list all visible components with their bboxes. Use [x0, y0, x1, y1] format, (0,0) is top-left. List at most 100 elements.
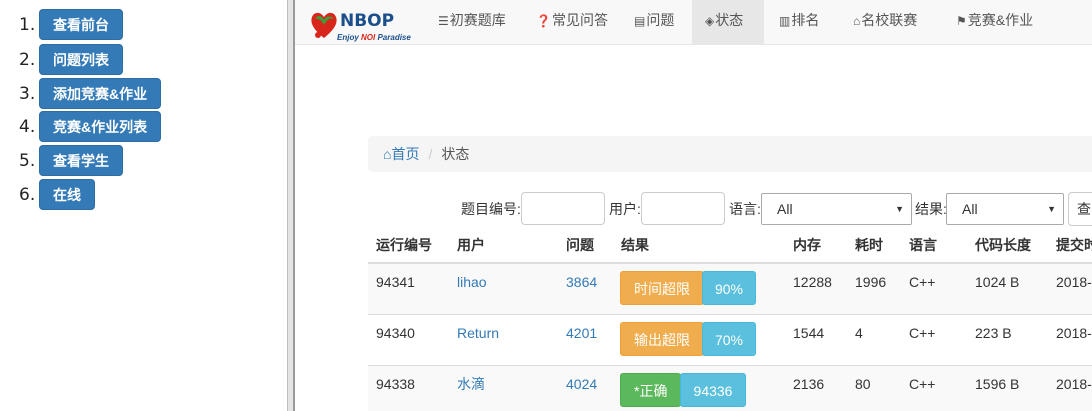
main-pane: NBOP Enjoy NOI Paradise ☰初赛题库 ❓常见问答 ▤问题 …	[295, 0, 1092, 411]
memory-value: 2136	[793, 376, 825, 392]
result-label: 结果:	[915, 201, 947, 217]
nav-item-problems[interactable]: ▤问题	[621, 0, 687, 44]
cube-icon: ◈	[705, 14, 715, 28]
column-header: 用户	[457, 237, 485, 253]
bar-chart-icon: ▥	[779, 14, 791, 28]
nav-item-label: 竞赛&作业	[967, 12, 1034, 28]
memory-value: 12288	[793, 274, 832, 290]
submit-time-value: 2018-	[1056, 274, 1092, 290]
view-students-button[interactable]: 查看学生	[39, 145, 123, 176]
online-button[interactable]: 在线	[39, 179, 95, 210]
score-label[interactable]: 70%	[702, 322, 756, 356]
list-icon: ☰	[438, 14, 449, 28]
nav-item-label: 名校联赛	[861, 12, 918, 28]
problem-link[interactable]: 3864	[566, 264, 597, 300]
menu-number: 2.	[19, 49, 36, 70]
admin-pane: 1. 查看前台 2. 问题列表 3. 添加竞赛&作业 4. 竞赛&作业列表 5.…	[0, 0, 287, 411]
problem-list-button[interactable]: 问题列表	[39, 44, 123, 75]
question-circle-icon: ❓	[536, 14, 551, 28]
run-id: 94341	[376, 274, 415, 290]
view-frontend-button[interactable]: 查看前台	[39, 9, 123, 40]
user-link[interactable]: lihao	[457, 264, 487, 300]
logo-heart-icon	[311, 12, 337, 38]
query-button[interactable]: 查	[1068, 192, 1092, 226]
time-value: 1996	[855, 274, 887, 290]
language-label: 语言:	[729, 201, 761, 217]
language-value: C++	[909, 274, 936, 290]
user-link[interactable]: Return	[457, 315, 499, 351]
breadcrumb: ⌂首页 / 状态	[368, 136, 1092, 172]
code-length-value: 1024 B	[975, 274, 1020, 290]
score-label[interactable]: 94336	[680, 373, 746, 407]
result-select[interactable]: All ▼	[946, 193, 1064, 225]
column-header: 代码长度	[975, 237, 1031, 253]
run-id: 94338	[376, 376, 415, 392]
column-header: 结果	[621, 237, 649, 253]
site-logo[interactable]: NBOP Enjoy NOI Paradise	[309, 8, 429, 42]
table-row: 94340 Return 4201 输出超限 70% 1544 4 C++ 22…	[368, 314, 1092, 365]
problem-link[interactable]: 4201	[566, 315, 597, 351]
nav-item-contests[interactable]: ⚑竞赛&作业	[943, 0, 1046, 44]
flag-icon: ⚑	[956, 14, 967, 28]
column-header: 耗时	[855, 237, 883, 253]
menu-number: 3.	[19, 83, 36, 104]
nav-item-label: 初赛题库	[449, 12, 506, 28]
language-value: C++	[909, 376, 936, 392]
run-id: 94340	[376, 325, 415, 341]
menu-number: 1.	[19, 14, 36, 35]
time-value: 80	[855, 376, 871, 392]
table-row: 94341 lihao 3864 时间超限 90% 12288 1996 C++…	[368, 263, 1092, 314]
result-label[interactable]: *正确	[620, 373, 682, 407]
memory-value: 1544	[793, 325, 825, 341]
language-value: C++	[909, 325, 936, 341]
submit-time-value: 2018-	[1056, 325, 1092, 341]
column-header: 问题	[566, 237, 594, 253]
nav-item-label: 状态	[715, 12, 744, 28]
nav-item-faq[interactable]: ❓常见问答	[523, 0, 621, 44]
logo-tagline: Enjoy NOI Paradise	[337, 33, 411, 42]
breadcrumb-home-link[interactable]: ⌂首页	[383, 146, 419, 162]
add-contest-button[interactable]: 添加竞赛&作业	[39, 78, 162, 109]
code-length-value: 223 B	[975, 325, 1012, 341]
time-value: 4	[855, 325, 863, 341]
column-header: 内存	[793, 237, 821, 253]
column-header: 提交时	[1056, 237, 1092, 253]
table-row: 94338 水滴 4024 *正确 94336 2136 80 C++ 1596…	[368, 365, 1092, 411]
nav-item-status[interactable]: ◈状态	[692, 0, 764, 44]
submit-time-value: 2018-	[1056, 376, 1092, 392]
nav-item-label: 常见问答	[551, 12, 608, 28]
code-length-value: 1596 B	[975, 376, 1020, 392]
menu-number: 4.	[19, 116, 36, 137]
navbar: NBOP Enjoy NOI Paradise ☰初赛题库 ❓常见问答 ▤问题 …	[295, 0, 1092, 45]
result-label[interactable]: 输出超限	[620, 322, 704, 356]
menu-number: 6.	[19, 184, 36, 205]
column-header: 运行编号	[376, 237, 432, 253]
menu-number: 5.	[19, 150, 36, 171]
problem-link[interactable]: 4024	[566, 366, 597, 402]
language-select-value: All	[777, 201, 793, 217]
user-link[interactable]: 水滴	[457, 366, 485, 402]
nav-item-label: 问题	[646, 12, 675, 28]
list-alt-icon: ▤	[634, 14, 646, 28]
nav-item-question-bank[interactable]: ☰初赛题库	[425, 0, 519, 44]
nav-item-school-league[interactable]: ⌂名校联赛	[840, 0, 930, 44]
user-label: 用户:	[609, 201, 641, 217]
frame-divider[interactable]	[287, 0, 295, 411]
language-select[interactable]: All ▼	[761, 193, 912, 225]
chevron-down-icon: ▼	[895, 204, 904, 214]
table-header: 运行编号 用户 问题 结果 内存 耗时 语言 代码长度 提交时	[368, 228, 1092, 264]
chevron-down-icon: ▼	[1047, 204, 1056, 214]
user-input[interactable]	[641, 192, 725, 225]
breadcrumb-separator: /	[428, 146, 433, 162]
result-select-value: All	[962, 201, 978, 217]
bank-icon: ⌂	[853, 14, 861, 28]
nav-item-ranking[interactable]: ▥排名	[766, 0, 832, 44]
column-header: 语言	[909, 237, 937, 253]
result-label[interactable]: 时间超限	[620, 271, 704, 305]
score-label[interactable]: 90%	[702, 271, 756, 305]
problem-id-input[interactable]	[521, 192, 605, 225]
nav-item-label: 排名	[791, 12, 820, 28]
breadcrumb-current: 状态	[441, 146, 470, 162]
problem-id-label: 题目编号:	[461, 201, 521, 217]
contest-list-button[interactable]: 竞赛&作业列表	[39, 111, 162, 142]
